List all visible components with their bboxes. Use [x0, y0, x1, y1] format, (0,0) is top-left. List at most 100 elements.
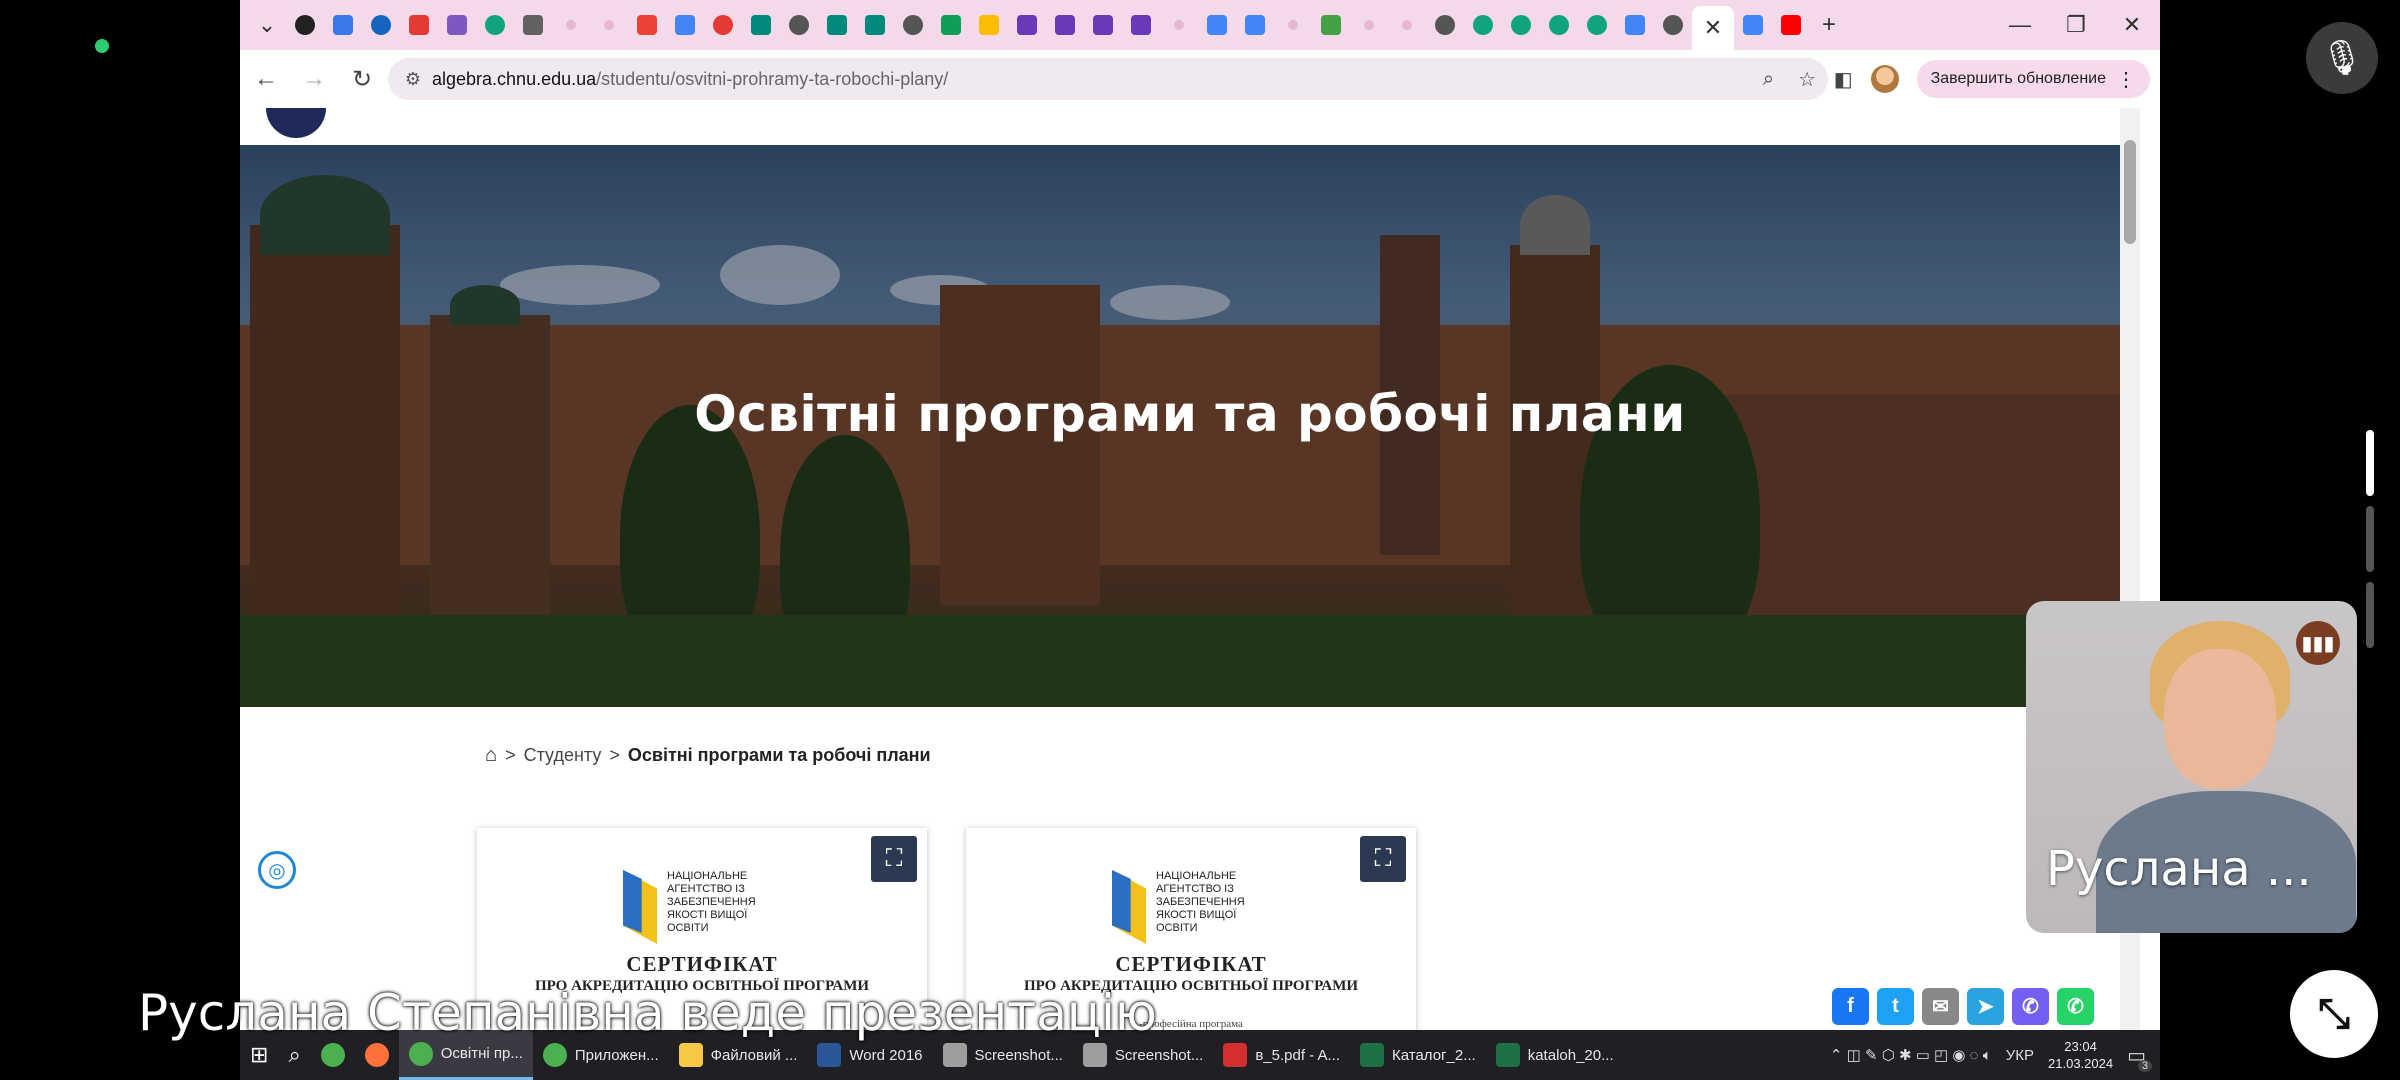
- browser-tab[interactable]: [1084, 6, 1122, 44]
- browser-tab[interactable]: [1046, 6, 1084, 44]
- browser-tab[interactable]: [1578, 6, 1616, 44]
- whatsapp-icon[interactable]: ✆: [2057, 988, 2094, 1025]
- collapse-button[interactable]: ⤡: [2290, 970, 2378, 1058]
- restore-button[interactable]: ❐: [2048, 0, 2104, 50]
- dot-icon: [566, 20, 576, 30]
- tray-icons[interactable]: ⌃ ◫ ✎ ⬡ ✱ ▭ ◰ ◉ ◌ 🔈︎: [1830, 1046, 1992, 1064]
- browser-tab[interactable]: [438, 6, 476, 44]
- browser-tab[interactable]: [1540, 6, 1578, 44]
- browser-tab[interactable]: [666, 6, 704, 44]
- browser-tab[interactable]: [324, 6, 362, 44]
- participant-video-tile[interactable]: ▮▮▮ Руслана ...: [2026, 601, 2357, 933]
- docs-icon: [1245, 15, 1265, 35]
- browser-tab[interactable]: [1312, 6, 1350, 44]
- profile-avatar[interactable]: [1870, 65, 1899, 93]
- browser-tab[interactable]: [1388, 6, 1426, 44]
- notification-icon[interactable]: ▭ 3: [2127, 1043, 2152, 1072]
- forms-icon: [1131, 15, 1151, 35]
- browser-tab[interactable]: [818, 6, 856, 44]
- language-indicator[interactable]: УКР: [2006, 1047, 2034, 1064]
- forms-icon: [1093, 15, 1113, 35]
- taskbar-app-label: Приложен...: [574, 1046, 659, 1064]
- fingerprint-icon[interactable]: ◎: [258, 851, 296, 889]
- browser-tab[interactable]: [1464, 6, 1502, 44]
- scrollbar-thumb[interactable]: [2124, 140, 2136, 244]
- browser-tab[interactable]: [286, 6, 324, 44]
- browser-tab[interactable]: [1122, 6, 1160, 44]
- browser-tab[interactable]: [400, 6, 438, 44]
- browser-tab[interactable]: [1734, 6, 1772, 44]
- home-icon[interactable]: ⌂: [485, 744, 497, 767]
- browser-tab[interactable]: [1772, 6, 1810, 44]
- browser-tab[interactable]: [742, 6, 780, 44]
- browser-tab[interactable]: ⌄: [248, 6, 286, 44]
- browser-tab[interactable]: [1502, 6, 1540, 44]
- forward-button[interactable]: →: [292, 57, 336, 101]
- bookmark-star-icon[interactable]: ☆: [1798, 67, 1816, 92]
- forms-icon: [1055, 15, 1075, 35]
- system-tray: ⌃ ◫ ✎ ⬡ ✱ ▭ ◰ ◉ ◌ 🔈︎ УКР 23:04 21.03.202…: [1830, 1030, 2152, 1080]
- search-icon: ⌕: [288, 1042, 301, 1067]
- browser-tab-strip: ⌄ ✕ + — ❐ ✕: [240, 0, 2160, 50]
- expand-icon[interactable]: ⛶: [871, 836, 917, 882]
- browser-tab[interactable]: [704, 6, 742, 44]
- explorer-icon: [678, 1043, 703, 1067]
- side-panel-icon[interactable]: ◧: [1834, 67, 1853, 92]
- breadcrumb: ⌂ > Студенту > Освітні програми та робоч…: [485, 744, 931, 767]
- breadcrumb-studentu[interactable]: Студенту: [524, 745, 602, 766]
- mic-off-button[interactable]: 🎙︎: [2306, 22, 2378, 94]
- browser-tab[interactable]: [780, 6, 818, 44]
- minimize-button[interactable]: —: [1992, 0, 2048, 50]
- url-text[interactable]: algebra.chnu.edu.ua/studentu/osvitni-pro…: [432, 69, 948, 90]
- web-page: Освітні програми та робочі плани ⌂ > Сту…: [240, 108, 2160, 1030]
- browser-tab[interactable]: [1654, 6, 1692, 44]
- clock-time: 23:04: [2064, 1039, 2097, 1054]
- browser-tab[interactable]: [932, 6, 970, 44]
- browser-tab[interactable]: [1616, 6, 1654, 44]
- facebook-icon[interactable]: f: [1832, 988, 1869, 1025]
- youtube-icon: [1781, 15, 1801, 35]
- menu-icon: ⋮: [2116, 68, 2136, 91]
- email-icon[interactable]: ✉: [1922, 988, 1959, 1025]
- reload-button[interactable]: ↻: [340, 57, 384, 101]
- agency-block: НАЦІОНАЛЬНЕ АГЕНТСТВО ІЗ ЗАБЕЗПЕЧЕННЯ ЯК…: [1112, 870, 1266, 944]
- browser-tab[interactable]: [1426, 6, 1464, 44]
- back-button[interactable]: ←: [244, 57, 288, 101]
- browser-tab[interactable]: [362, 6, 400, 44]
- zoom-icon[interactable]: ⌕: [1763, 68, 1774, 91]
- browser-tab[interactable]: [1236, 6, 1274, 44]
- browser-tab[interactable]: [856, 6, 894, 44]
- record-icon: [713, 15, 733, 35]
- site-info-icon[interactable]: ⚙: [394, 69, 432, 90]
- browser-tab[interactable]: [476, 6, 514, 44]
- browser-tab[interactable]: [628, 6, 666, 44]
- twitter-icon[interactable]: t: [1877, 988, 1914, 1025]
- close-icon[interactable]: ✕: [1704, 15, 1722, 41]
- update-button[interactable]: Завершить обновление ⋮: [1916, 60, 2150, 98]
- telegram-icon[interactable]: ➤: [1967, 988, 2004, 1025]
- browser-tab[interactable]: [1274, 6, 1312, 44]
- taskbar-app-pdf[interactable]: в_5.pdf - A...: [1213, 1030, 1350, 1080]
- taskbar-app-excel-kataloh[interactable]: kataloh_20...: [1486, 1030, 1624, 1080]
- clock[interactable]: 23:04 21.03.2024: [2048, 1038, 2113, 1072]
- page-indicator-active: [2366, 430, 2374, 496]
- meet-icon: [865, 15, 885, 35]
- browser-tab[interactable]: [1198, 6, 1236, 44]
- taskbar-app-excel-katalog[interactable]: Каталог_2...: [1350, 1030, 1486, 1080]
- browser-tab[interactable]: [590, 6, 628, 44]
- new-tab-button[interactable]: +: [1810, 6, 1848, 44]
- close-window-button[interactable]: ✕: [2104, 0, 2160, 50]
- browser-tab[interactable]: [894, 6, 932, 44]
- active-tab[interactable]: ✕: [1692, 6, 1734, 50]
- browser-tab[interactable]: [1160, 6, 1198, 44]
- frog-icon: [1321, 15, 1341, 35]
- browser-tab[interactable]: [552, 6, 590, 44]
- university-logo[interactable]: [266, 108, 326, 138]
- browser-tab[interactable]: [970, 6, 1008, 44]
- expand-icon[interactable]: ⛶: [1360, 836, 1406, 882]
- browser-tab[interactable]: [1008, 6, 1046, 44]
- browser-tab[interactable]: [1350, 6, 1388, 44]
- viber-icon[interactable]: ✆: [2012, 988, 2049, 1025]
- browser-tab[interactable]: [514, 6, 552, 44]
- address-bar[interactable]: ⚙ algebra.chnu.edu.ua/studentu/osvitni-p…: [388, 58, 1828, 100]
